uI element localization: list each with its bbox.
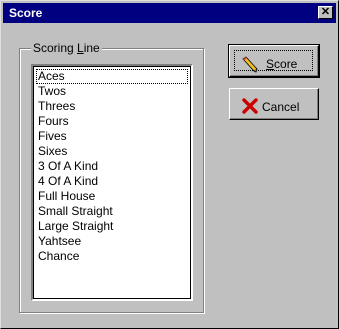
list-item[interactable]: Small Straight [36,204,188,219]
list-item[interactable]: 4 Of A Kind [36,174,188,189]
list-item[interactable]: Yahtsee [36,234,188,249]
window-title: Score [9,6,43,20]
list-item[interactable]: Full House [36,189,188,204]
score-dialog: Score ✕ Scoring Line Aces Twos Threes Fours… [0,0,339,329]
list-item[interactable]: Fours [36,114,188,129]
list-item[interactable]: Threes [36,99,188,114]
cancel-button-label: Cancel [262,100,300,114]
title-bar[interactable]: Score ✕ [3,3,336,23]
list-item[interactable]: Large Straight [36,219,188,234]
list-item[interactable]: Aces [36,69,188,84]
list-item[interactable]: Fives [36,129,188,144]
close-button[interactable]: ✕ [318,6,333,19]
scoring-line-label: Scoring Line [31,41,102,55]
score-button-label: Score [266,57,298,71]
scoring-line-listbox[interactable]: Aces Twos Threes Fours Fives Sixes 3 Of A Kind… [31,64,193,301]
cancel-button[interactable]: Cancel [229,88,319,120]
pencil-icon [242,56,258,73]
scoring-line-list: Aces Twos Threes Fours Fives Sixes 3 Of A Kind… [36,69,188,264]
list-item[interactable]: 3 Of A Kind [36,159,188,174]
close-icon: ✕ [320,6,331,18]
score-button[interactable]: Score [228,44,320,78]
red-x-icon [242,98,258,114]
list-item[interactable]: Sixes [36,144,188,159]
list-item[interactable]: Chance [36,249,188,264]
list-item[interactable]: Twos [36,84,188,99]
